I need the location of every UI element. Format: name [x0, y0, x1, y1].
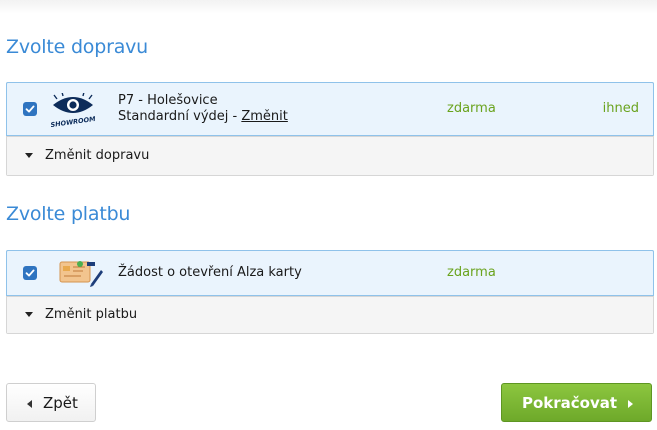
change-pickup-link[interactable]: Změnit: [241, 109, 288, 124]
payment-section-title: Zvolte platbu: [6, 203, 131, 225]
shipping-option-selected[interactable]: SHOWROOM P7 - Holešovice Standardní výde…: [6, 82, 654, 136]
change-payment-toggle[interactable]: Změnit platbu: [7, 296, 653, 333]
continue-button-label: Pokračovat: [522, 394, 618, 412]
shipping-section-title: Zvolte dopravu: [6, 36, 149, 58]
shipping-option-text: P7 - Holešovice Standardní výdej - Změni…: [118, 93, 288, 125]
checkmark-icon: [25, 105, 35, 113]
payment-box: Žádost o otevření Alza karty zdarma Změn…: [6, 250, 654, 334]
shipping-availability: ihned: [602, 101, 639, 116]
payment-option-label: Žádost o otevření Alza karty: [118, 265, 302, 280]
showroom-logo-text: SHOWROOM: [51, 115, 95, 127]
alza-card-application-icon: [59, 259, 103, 287]
caret-right-icon: [628, 400, 633, 408]
shipping-method-line: Standardní výdej - Změnit: [118, 109, 288, 125]
change-shipping-label: Změnit dopravu: [45, 148, 150, 163]
shipping-checkbox[interactable]: [23, 102, 37, 116]
caret-left-icon: [27, 400, 32, 408]
caret-down-icon: [25, 153, 33, 158]
shipping-price: zdarma: [447, 101, 496, 116]
payment-price: zdarma: [447, 265, 496, 280]
showroom-eye-logo-icon: SHOWROOM: [50, 91, 97, 129]
checkmark-icon: [25, 269, 35, 277]
continue-button[interactable]: Pokračovat: [501, 383, 652, 422]
back-button-label: Zpět: [43, 394, 78, 412]
back-button[interactable]: Zpět: [6, 383, 96, 422]
shipping-location: P7 - Holešovice: [118, 93, 218, 108]
payment-option-selected[interactable]: Žádost o otevření Alza karty zdarma: [6, 250, 654, 296]
payment-checkbox[interactable]: [23, 266, 37, 280]
change-shipping-toggle[interactable]: Změnit dopravu: [7, 136, 653, 175]
shipping-method-label: Standardní výdej -: [118, 109, 242, 124]
top-shadow: [0, 0, 657, 14]
change-payment-label: Změnit platbu: [45, 307, 138, 322]
shipping-box: SHOWROOM P7 - Holešovice Standardní výde…: [6, 82, 654, 176]
caret-down-icon: [25, 312, 33, 317]
